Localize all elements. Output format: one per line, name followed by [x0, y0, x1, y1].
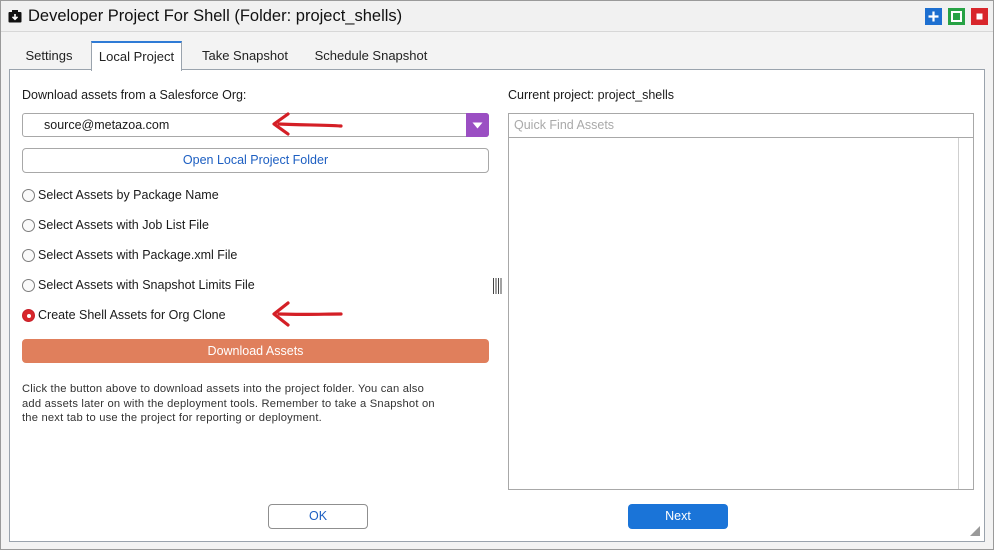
tab-take-snapshot[interactable]: Take Snapshot — [192, 41, 298, 69]
tab-local-project[interactable]: Local Project — [91, 41, 182, 71]
maximize-icon — [951, 11, 962, 22]
chevron-down-icon — [472, 122, 483, 129]
org-select[interactable]: source@metazoa.com — [22, 113, 489, 137]
tab-settings[interactable]: Settings — [15, 41, 83, 69]
radio-button[interactable] — [22, 189, 35, 202]
close-icon — [976, 13, 983, 20]
dialog-window: Developer Project For Shell (Folder: pro… — [0, 0, 994, 550]
download-label: Download assets from a Salesforce Org: — [22, 88, 247, 102]
quick-find-input[interactable]: Quick Find Assets — [508, 113, 974, 138]
maximize-button[interactable] — [948, 8, 965, 25]
option-label: Select Assets by Package Name — [38, 188, 219, 202]
help-text: Click the button above to download asset… — [22, 382, 492, 426]
option-label: Create Shell Assets for Org Clone — [38, 308, 226, 322]
splitter-handle-icon[interactable] — [492, 277, 504, 295]
org-select-dropdown-button[interactable] — [466, 113, 489, 137]
download-assets-button[interactable]: Download Assets — [22, 339, 489, 363]
close-button[interactable] — [971, 8, 988, 25]
radio-button[interactable] — [22, 219, 35, 232]
radio-button[interactable] — [22, 279, 35, 292]
tab-schedule-snapshot[interactable]: Schedule Snapshot — [307, 41, 435, 69]
radio-button-selected[interactable] — [22, 309, 35, 322]
current-project-label: Current project: project_shells — [508, 88, 675, 102]
help-line: Click the button above to download asset… — [22, 383, 425, 395]
help-line: the next tab to use the project for repo… — [22, 412, 322, 424]
window-title: Developer Project For Shell (Folder: pro… — [28, 7, 403, 25]
option-label: Select Assets with Snapshot Limits File — [38, 278, 255, 292]
plus-icon — [928, 11, 939, 22]
radio-button[interactable] — [22, 249, 35, 262]
tab-strip: Settings Local Project Take Snapshot Sch… — [9, 41, 985, 71]
asset-list[interactable] — [508, 137, 974, 490]
ok-button[interactable]: OK — [268, 504, 368, 529]
option-label: Select Assets with Job List File — [38, 218, 209, 232]
resize-grip-icon[interactable] — [970, 526, 980, 536]
asset-list-scrollbar[interactable] — [958, 138, 973, 489]
help-line: add assets later on with the deployment … — [22, 397, 435, 410]
option-label: Select Assets with Package.xml File — [38, 248, 238, 262]
add-window-button[interactable] — [925, 8, 942, 25]
arrow-pointing-at-org-select — [272, 112, 343, 136]
org-select-value: source@metazoa.com — [44, 118, 170, 132]
arrow-pointing-at-shell-option — [272, 301, 343, 327]
open-local-project-folder-button[interactable]: Open Local Project Folder — [22, 148, 489, 173]
title-bar[interactable]: Developer Project For Shell (Folder: pro… — [1, 1, 993, 32]
next-button[interactable]: Next — [628, 504, 728, 529]
tab-panel: Download assets from a Salesforce Org: s… — [9, 69, 985, 542]
download-box-icon — [8, 10, 22, 23]
